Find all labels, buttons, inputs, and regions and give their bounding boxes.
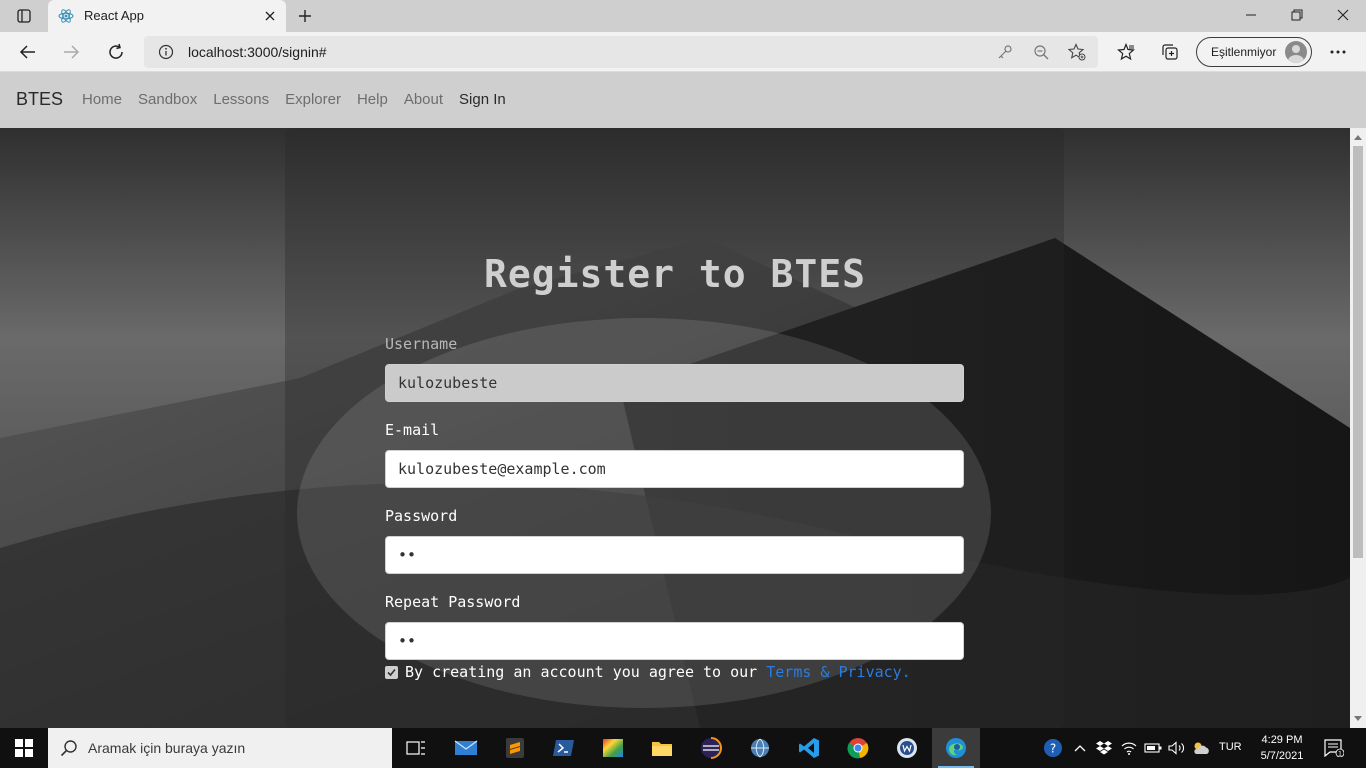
volume-icon[interactable]: [1167, 738, 1187, 758]
word-app-icon[interactable]: [883, 728, 931, 768]
notification-count: 1: [1338, 751, 1342, 758]
collections-icon[interactable]: [1156, 38, 1184, 66]
username-label: Username: [385, 335, 458, 353]
weather-icon[interactable]: [1191, 738, 1211, 758]
chrome-icon[interactable]: [834, 728, 882, 768]
browser-tab-strip: React App: [0, 0, 1366, 32]
close-tab-icon[interactable]: [262, 8, 278, 24]
browser-tab[interactable]: React App: [48, 0, 286, 32]
eclipse-icon[interactable]: [687, 728, 735, 768]
chevron-up-icon[interactable]: [1070, 738, 1090, 758]
search-icon: [60, 739, 78, 757]
tab-actions-icon[interactable]: [10, 6, 38, 26]
ellipsis-icon[interactable]: [1324, 38, 1352, 66]
new-tab-icon[interactable]: [294, 6, 316, 26]
page-scrollbar[interactable]: [1350, 128, 1366, 728]
page-title: Register to BTES: [483, 252, 867, 296]
search-placeholder: Aramak için buraya yazın: [88, 740, 246, 756]
system-clock[interactable]: 4:29 PM 5/7/2021: [1254, 732, 1310, 764]
nav-help[interactable]: Help: [357, 91, 388, 108]
forward-arrow-icon[interactable]: [57, 38, 85, 66]
zoom-out-icon[interactable]: [1032, 43, 1050, 61]
nav-lessons[interactable]: Lessons: [213, 91, 269, 108]
add-favorite-icon[interactable]: [1068, 43, 1086, 61]
profile-button[interactable]: Eşitlenmiyor: [1196, 37, 1312, 67]
refresh-icon[interactable]: [102, 38, 130, 66]
battery-icon[interactable]: [1143, 738, 1163, 758]
globe-app-icon[interactable]: [736, 728, 784, 768]
scroll-up-icon[interactable]: [1353, 132, 1363, 142]
taskbar-search-input[interactable]: Aramak için buraya yazın: [48, 728, 392, 768]
browser-toolbar: localhost:3000/signin# Eşitlenmiyor: [0, 32, 1366, 72]
checkmark-icon: [387, 668, 396, 676]
terms-agreement: By creating an account you agree to our …: [385, 663, 911, 681]
nav-sandbox[interactable]: Sandbox: [138, 91, 197, 108]
nav-home[interactable]: Home: [82, 91, 122, 108]
password-label: Password: [385, 507, 458, 525]
terms-privacy-link[interactable]: Terms & Privacy.: [766, 663, 911, 681]
nav-sign-in[interactable]: Sign In: [459, 91, 506, 108]
clock-time: 4:29 PM: [1261, 734, 1303, 746]
app-navbar: BTES Home Sandbox Lessons Explorer Help …: [0, 72, 1366, 128]
repeat-password-label: Repeat Password: [385, 593, 521, 611]
agreement-text: By creating an account you agree to our: [405, 663, 767, 681]
minimize-icon[interactable]: [1228, 0, 1274, 30]
nav-about[interactable]: About: [404, 91, 443, 108]
clock-date: 5/7/2021: [1260, 750, 1304, 762]
dropbox-icon[interactable]: [1094, 738, 1114, 758]
register-page: Register to BTES Username E-mail Passwor…: [0, 128, 1350, 728]
react-logo-icon: [58, 8, 74, 24]
back-arrow-icon[interactable]: [14, 38, 42, 66]
key-icon[interactable]: [996, 43, 1014, 61]
tab-title: React App: [84, 8, 144, 23]
help-icon[interactable]: ?: [1043, 738, 1063, 758]
svg-text:?: ?: [1050, 742, 1056, 756]
restore-icon[interactable]: [1274, 0, 1320, 30]
close-window-icon[interactable]: [1320, 0, 1366, 30]
nav-links: Home Sandbox Lessons Explorer Help About…: [82, 91, 506, 108]
windows-taskbar: Aramak için buraya yazın ? TUR 4:29 PM 5…: [0, 728, 1366, 768]
info-icon[interactable]: [158, 44, 174, 60]
email-field[interactable]: [385, 450, 964, 488]
file-explorer-icon[interactable]: [638, 728, 686, 768]
input-language[interactable]: TUR: [1219, 741, 1242, 753]
task-view-icon[interactable]: [392, 728, 440, 768]
windows-start-icon[interactable]: [0, 728, 48, 768]
terms-checkbox[interactable]: [385, 665, 398, 679]
nav-explorer[interactable]: Explorer: [285, 91, 341, 108]
brand-logo[interactable]: BTES: [16, 89, 63, 110]
edge-icon[interactable]: [932, 728, 980, 768]
repeat-password-field[interactable]: [385, 622, 964, 660]
url-text: localhost:3000/signin#: [188, 44, 327, 60]
powershell-icon[interactable]: [540, 728, 588, 768]
username-field[interactable]: [385, 364, 964, 402]
sublime-text-icon[interactable]: [491, 728, 539, 768]
wifi-icon[interactable]: [1119, 738, 1139, 758]
avatar: [1285, 41, 1307, 63]
scroll-down-icon[interactable]: [1353, 714, 1363, 724]
password-field[interactable]: [385, 536, 964, 574]
address-bar[interactable]: localhost:3000/signin#: [144, 36, 1098, 68]
color-picker-icon[interactable]: [589, 728, 637, 768]
email-label: E-mail: [385, 421, 440, 439]
mail-icon[interactable]: [442, 728, 490, 768]
vscode-icon[interactable]: [785, 728, 833, 768]
notification-icon[interactable]: 1: [1320, 736, 1348, 760]
star-icon[interactable]: [1112, 38, 1140, 66]
sync-status-label: Eşitlenmiyor: [1211, 45, 1277, 59]
scroll-thumb[interactable]: [1353, 146, 1363, 558]
